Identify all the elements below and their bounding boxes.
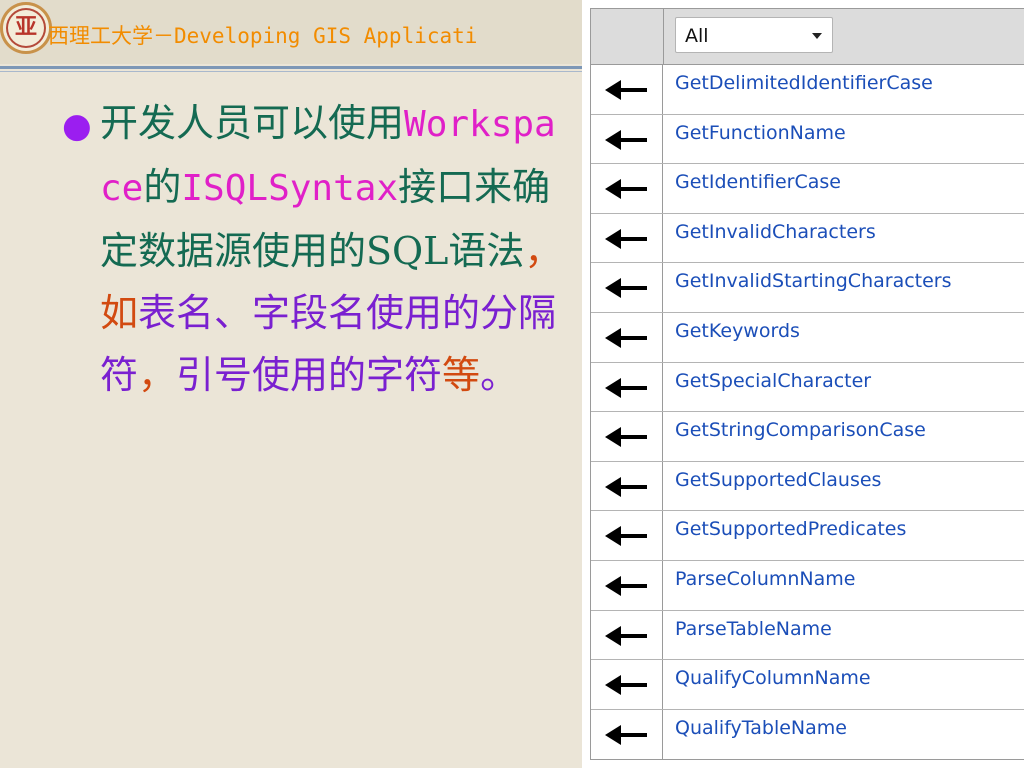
table-row: GetInvalidCharacters (591, 213, 1024, 264)
method-link[interactable]: GetKeywords (675, 313, 800, 362)
table-cell-icon (591, 164, 663, 213)
table-body: GetDelimitedIdentifierCase GetFunctionNam… (591, 65, 1024, 760)
left-arrow-icon (605, 179, 647, 200)
table-cell-icon (591, 709, 663, 760)
table-cell-icon (591, 610, 663, 660)
body-text-segment: ， (524, 229, 563, 273)
left-arrow-icon (605, 724, 647, 745)
table-row: GetDelimitedIdentifierCase (591, 65, 1024, 115)
table-header: All (591, 9, 1024, 65)
method-link[interactable]: GetInvalidCharacters (675, 214, 876, 263)
chevron-down-icon (812, 33, 822, 39)
left-arrow-icon (605, 526, 647, 547)
left-arrow-icon (605, 80, 647, 100)
left-arrow-icon (605, 476, 647, 497)
header-divider (0, 66, 582, 69)
table-row: GetIdentifierCase (591, 164, 1024, 214)
left-arrow-icon (605, 675, 647, 696)
table-cell-icon (591, 362, 663, 412)
body-text-segment: ， (138, 353, 177, 397)
body-text-segment: 。 (480, 353, 519, 397)
table-cell-icon (591, 263, 663, 312)
left-arrow-icon (605, 228, 647, 249)
method-link[interactable]: GetSupportedClauses (675, 462, 881, 511)
method-link[interactable]: ParseColumnName (675, 561, 855, 610)
left-arrow-icon (605, 427, 647, 448)
table-cell-icon (591, 461, 663, 511)
method-link[interactable]: GetStringComparisonCase (675, 412, 926, 461)
table-row: GetFunctionName (591, 114, 1024, 165)
table-cell-icon (591, 213, 663, 263)
table-row: QualifyColumnName (591, 660, 1024, 710)
slide-header: 亚 西理工大学－Developing GIS Applicati (0, 0, 582, 64)
table-row: GetSpecialCharacter (591, 362, 1024, 413)
body-text-segment: 如 (100, 291, 139, 335)
method-link[interactable]: QualifyColumnName (675, 660, 871, 709)
left-arrow-icon (605, 327, 647, 348)
table-cell-icon (591, 412, 663, 461)
header-title-cn: 西理工大学 (48, 24, 153, 48)
table-cell-icon (591, 660, 663, 709)
body-text-segment: ISQLSyntax (181, 168, 399, 209)
table-row: GetSupportedClauses (591, 461, 1024, 512)
table-row: GetStringComparisonCase (591, 412, 1024, 462)
header-separator: － (153, 24, 174, 48)
method-link[interactable]: GetIdentifierCase (675, 164, 841, 213)
member-filter-value: All (685, 25, 709, 47)
body-text-segment: 引号使用的字符 (176, 353, 443, 397)
left-arrow-icon (605, 625, 647, 646)
table-cell-icon (591, 65, 663, 114)
left-arrow-icon (605, 377, 647, 398)
logo-emblem-icon: 亚 (14, 14, 37, 40)
method-link[interactable]: ParseTableName (675, 611, 832, 660)
university-logo: 亚 (0, 2, 52, 54)
table-cell-icon (591, 114, 663, 164)
member-filter-dropdown[interactable]: All (675, 17, 833, 53)
method-link[interactable]: GetInvalidStartingCharacters (675, 263, 952, 312)
body-text-segment: 等 (442, 353, 481, 397)
body-text-segment: 的 (143, 165, 182, 209)
table-row: ParseColumnName (591, 560, 1024, 611)
left-arrow-icon (605, 278, 647, 299)
left-arrow-icon (605, 575, 647, 596)
body-text-segment: 开发人员可以使用 (100, 101, 405, 145)
bullet-dot-icon: ● (62, 106, 92, 146)
method-link[interactable]: GetSupportedPredicates (675, 511, 906, 560)
table-cell-icon (591, 312, 663, 362)
method-link[interactable]: QualifyTableName (675, 710, 847, 760)
slide-panel: 亚 西理工大学－Developing GIS Applicati ● 开发人员可… (0, 0, 582, 768)
table-row: GetSupportedPredicates (591, 511, 1024, 561)
table-row: GetInvalidStartingCharacters (591, 263, 1024, 313)
table-cell-icon (591, 511, 663, 560)
table-cell-icon (591, 560, 663, 610)
header-title-en: Developing GIS Applicati (174, 24, 478, 48)
header-divider-thin (0, 71, 582, 72)
method-link[interactable]: GetFunctionName (675, 115, 846, 164)
table-header-icon-column (591, 9, 664, 64)
method-link[interactable]: GetDelimitedIdentifierCase (675, 65, 933, 114)
table-row: QualifyTableName (591, 709, 1024, 760)
table-row: ParseTableName (591, 610, 1024, 661)
header-title: 西理工大学－Developing GIS Applicati (48, 20, 582, 52)
method-table: All GetDelimitedIdentifierCase GetFunctio… (590, 8, 1024, 760)
table-row: GetKeywords (591, 312, 1024, 363)
left-arrow-icon (605, 129, 647, 150)
slide-body-text: 开发人员可以使用Workspace的ISQLSyntax接口来确定数据源使用的S… (100, 92, 570, 406)
method-link[interactable]: GetSpecialCharacter (675, 363, 871, 412)
